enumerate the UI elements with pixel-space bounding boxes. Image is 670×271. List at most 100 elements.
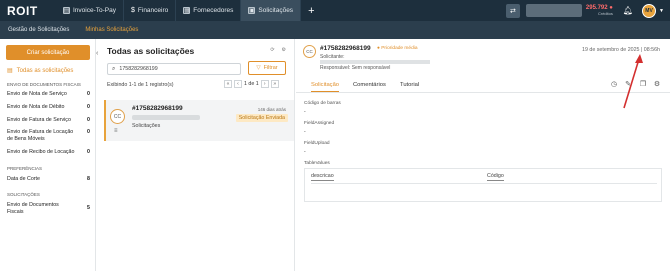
tab-solicitacao[interactable]: Solicitação [311, 82, 340, 92]
tab-label: Financeiro [137, 7, 169, 14]
field-value: - [304, 109, 306, 115]
subnav-gestao[interactable]: Gestão de Solicitações [0, 27, 77, 33]
request-type: Solicitações [132, 123, 161, 129]
annotation-arrow [623, 54, 643, 109]
tab-tutorial[interactable]: Tutorial [400, 82, 419, 88]
subnav-minhas[interactable]: Minhas Solicitações [77, 27, 146, 33]
inbox-icon: ▤ [7, 68, 13, 74]
list-title: Todas as solicitações [107, 46, 195, 56]
table-values: descricao Código [304, 168, 662, 202]
sidebar-item-count: 0 [87, 104, 90, 110]
document-icon: ▤ [63, 7, 70, 14]
responsible-row: Responsável: Sem responsável [320, 65, 390, 71]
field-label: FieldUpload [304, 141, 330, 146]
sidebar-item-label: Envio de Nota de Serviço [7, 91, 67, 97]
pagination-text: Exibindo 1-1 de 1 registro(s) [107, 82, 174, 88]
top-bar: ROIT ▤ Invoice-To-Pay $ Financeiro ▦ For… [0, 0, 670, 21]
sidebar: Criar solicitação ▤ Todas as solicitaçõe… [0, 39, 96, 271]
status-badge: Solicitação Enviada [235, 114, 288, 122]
credits-balance: 295.792 ● Créditos [586, 5, 613, 16]
field-value: - [304, 149, 306, 155]
field-label: FieldAssigned [304, 121, 335, 126]
sidebar-item[interactable]: Envio de Recibo de Locação 0 [7, 149, 90, 155]
bell-icon[interactable]: 🔔︎ [623, 6, 633, 15]
section-title-requests: SOLICITAÇÕES [7, 192, 40, 197]
detail-tabs: Solicitação Comentários Tutorial ◷ ✎ ❐ ⚙ [296, 78, 670, 93]
tab-solicitacoes[interactable]: ▣ Solicitações [241, 0, 302, 21]
section-title-prefs: PREFERÊNCIAS [7, 166, 43, 171]
page-indicator: 1 de 1 [244, 81, 259, 87]
request-detail-panel: CC #1758282968199 ● Prioridade média 19 … [296, 39, 670, 271]
building-icon: ▦ [183, 7, 191, 14]
sidebar-item[interactable]: Data de Corte 8 [7, 176, 90, 182]
detail-request-id: #1758282968199 [320, 45, 371, 52]
request-card[interactable]: CC ≡ #1758282968199 Solicitações 146 dia… [104, 100, 294, 141]
search-input[interactable]: ⌕ 1758282968199 [107, 63, 241, 75]
filter-button[interactable]: ▽ Filtrar [248, 61, 286, 75]
field-value: - [304, 129, 306, 135]
avatar: CC [110, 109, 125, 124]
settings-icon[interactable]: ⚙ [282, 47, 286, 53]
section-title-fiscal: ENVIO DE DOCUMENTOS FISCAIS [7, 82, 81, 87]
search-value: 1758282968199 [119, 66, 158, 72]
history-icon[interactable]: ◷ [610, 80, 618, 88]
sidebar-item-label: Envio de Recibo de Locação [7, 149, 75, 155]
tab-fornecedores[interactable]: ▦ Fornecedores [176, 0, 242, 21]
request-list-panel: Todas as solicitações ⟳ ⚙ ⌕ 175828296819… [100, 39, 295, 271]
sidebar-item-count: 0 [87, 91, 90, 97]
create-request-button[interactable]: Criar solicitação [6, 45, 90, 60]
tab-comentarios[interactable]: Comentários [353, 82, 386, 88]
add-tab-button[interactable]: + [301, 5, 321, 17]
refresh-icon[interactable]: ⟳ [270, 47, 274, 53]
search-icon: ⌕ [112, 65, 116, 72]
list-actions: ⟳ ⚙ [270, 47, 286, 53]
tab-invoice-to-pay[interactable]: ▤ Invoice-To-Pay [56, 0, 124, 21]
tab-label: Invoice-To-Pay [73, 7, 116, 14]
sidebar-item[interactable]: Envio de Nota de Débito 0 [7, 104, 90, 110]
sidebar-item[interactable]: Envio de Fatura de Serviço 0 [7, 117, 90, 123]
field-label: Código de barras [304, 101, 341, 106]
sidebar-item-all-requests[interactable]: ▤ Todas as solicitações [7, 67, 90, 75]
menu-icon: ≡ [114, 128, 118, 134]
tab-label: Fornecedores [193, 7, 234, 14]
user-avatar[interactable]: MV [642, 3, 657, 18]
last-page-button[interactable]: » [270, 80, 279, 88]
redacted-text [320, 60, 430, 64]
sidebar-item-label: Data de Corte [7, 176, 40, 182]
first-page-button[interactable]: « [224, 80, 232, 88]
responsible-value: Sem responsável [351, 65, 391, 71]
column-header: Código [487, 173, 504, 181]
field-label: TableValues [304, 161, 330, 166]
divider [311, 183, 657, 184]
prev-page-button[interactable]: ‹ [234, 80, 242, 88]
shuffle-icon[interactable]: ⇄ [505, 3, 520, 18]
tab-financeiro[interactable]: $ Financeiro [124, 0, 177, 21]
request-age: 146 dias atrás [257, 107, 286, 112]
balance-label: Créditos [597, 11, 613, 16]
responsible-label: Responsável: [320, 65, 351, 71]
company-selector[interactable] [525, 4, 582, 17]
sidebar-item-label: Envio de Fatura de Serviço [7, 117, 71, 123]
sidebar-item[interactable]: Envio de Fatura de Locação de Bens Móvei… [7, 129, 90, 143]
sidebar-item-count: 0 [87, 149, 90, 155]
clipboard-icon: ▣ [248, 7, 256, 14]
sidebar-item-label: Todas as solicitações [16, 67, 74, 74]
sidebar-item-label: Envio de Documentos Fiscais [7, 202, 59, 215]
chevron-down-icon[interactable]: ▼ [659, 8, 664, 14]
sidebar-item-label: Envio de Nota de Débito [7, 104, 65, 110]
sidebar-item[interactable]: Envio de Nota de Serviço 0 [7, 91, 90, 97]
filter-label: Filtrar [263, 65, 278, 71]
avatar: CC [303, 45, 316, 58]
next-page-button[interactable]: › [260, 80, 269, 88]
gear-icon[interactable]: ⚙ [653, 80, 661, 88]
sidebar-item-count: 0 [87, 129, 90, 135]
redacted-text [132, 115, 200, 120]
app-logo[interactable]: ROIT [0, 4, 56, 18]
priority-badge: ● Prioridade média [377, 46, 418, 51]
sidebar-item-label: Envio de Fatura de Locação de Bens Móvei… [7, 129, 74, 142]
sidebar-item[interactable]: Envio de Documentos Fiscais 5 [7, 202, 90, 216]
dollar-icon: $ [131, 7, 135, 14]
sidebar-item-count: 8 [87, 176, 90, 182]
sidebar-item-count: 0 [87, 117, 90, 123]
column-header: descricao [311, 173, 334, 181]
